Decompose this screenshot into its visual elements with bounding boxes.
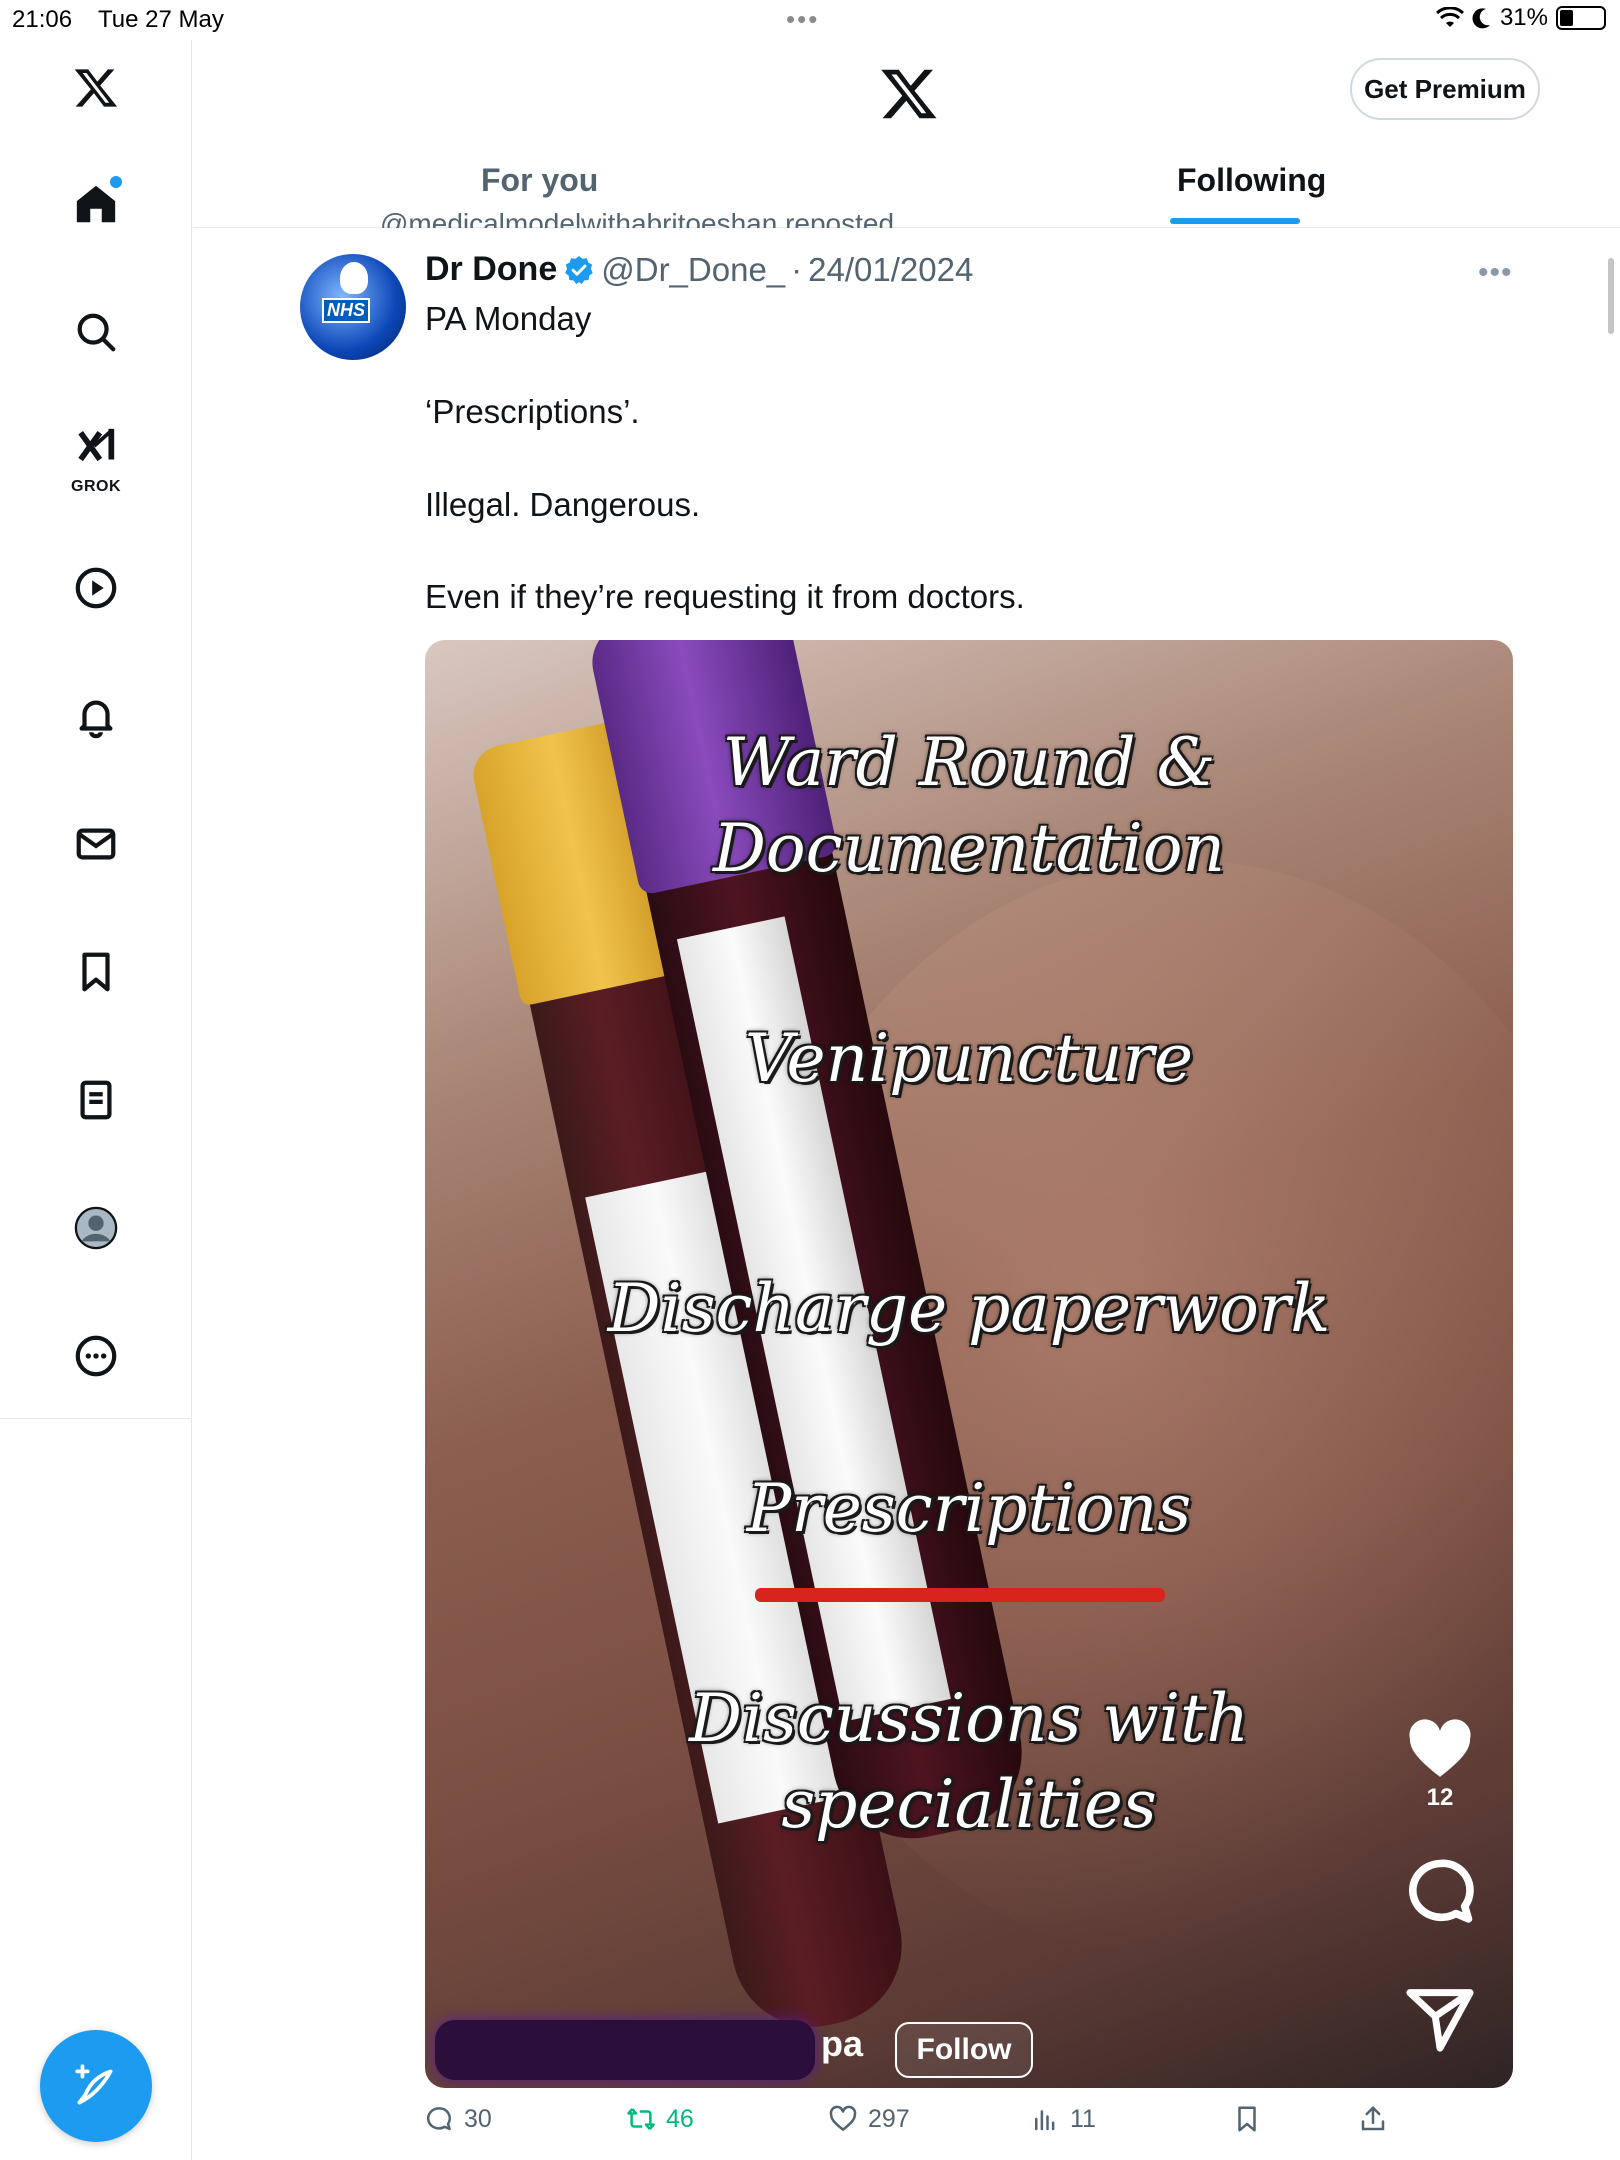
status-right: 31% — [1435, 4, 1606, 32]
overlay-text: Venipuncture — [744, 1020, 1194, 1097]
analytics-icon — [1035, 2110, 1055, 2131]
bookmark-icon[interactable] — [72, 948, 120, 996]
bell-icon[interactable] — [72, 692, 120, 740]
redacted-username — [435, 2020, 815, 2080]
get-premium-button[interactable]: Get Premium — [1350, 58, 1540, 120]
status-bar: 21:06 Tue 27 May ••• 31% — [0, 0, 1620, 40]
search-icon[interactable] — [72, 308, 120, 356]
repost-count: 46 — [666, 2104, 694, 2133]
share-icon — [1361, 2106, 1385, 2131]
tweet-text-line: PA Monday — [425, 300, 592, 337]
mail-icon[interactable] — [72, 820, 120, 868]
wifi-icon — [1435, 7, 1464, 27]
moon-icon — [1472, 8, 1490, 29]
video-like-button[interactable] — [1395, 1712, 1485, 1793]
tab-following[interactable]: Following — [1177, 162, 1326, 199]
comment-bubble-icon — [1408, 1859, 1474, 1923]
verified-badge-icon — [565, 255, 593, 284]
tweet-header: Dr Done @Dr_Done_ · 24/01/2024 — [425, 250, 973, 289]
new-posts-dot — [110, 176, 122, 188]
tweet-text-line: Illegal. Dangerous. — [425, 486, 701, 523]
tweet-date[interactable]: 24/01/2024 — [808, 251, 973, 289]
views-button[interactable]: 11 — [1030, 2104, 1096, 2134]
status-time: 21:06 — [12, 6, 73, 33]
repost-button[interactable]: 46 — [626, 2104, 694, 2134]
like-count: 297 — [868, 2104, 910, 2133]
multitasking-dots-icon[interactable]: ••• — [786, 4, 819, 35]
bookmark-button[interactable] — [1232, 2104, 1262, 2134]
header-separator: · — [791, 250, 803, 288]
overlay-text: Discharge paperwork — [607, 1270, 1331, 1347]
overlay-text: specialities — [781, 1766, 1157, 1843]
avatar-nhs-text: NHS — [322, 298, 371, 323]
grok-icon[interactable] — [72, 424, 120, 472]
author-name[interactable]: Dr Done — [425, 250, 557, 289]
tab-for-you[interactable]: For you — [481, 162, 598, 199]
play-icon[interactable] — [72, 564, 120, 612]
repost-icon — [627, 2108, 655, 2130]
overlay-text: Discussions with — [689, 1680, 1249, 1757]
red-underline-mark — [755, 1588, 1165, 1602]
skull-icon — [340, 262, 368, 294]
scrollbar[interactable] — [1608, 258, 1614, 334]
grok-label: GROK — [71, 478, 121, 495]
share-button[interactable] — [1358, 2104, 1388, 2134]
reply-icon — [426, 2107, 451, 2131]
tweet-video[interactable]: Ward Round & Documentation Venipuncture … — [425, 640, 1513, 2088]
overlay-text: Ward Round & — [722, 724, 1216, 801]
video-follow-button[interactable]: Follow — [895, 2022, 1033, 2078]
heart-icon — [1409, 1719, 1471, 1777]
sidebar-divider — [0, 1418, 192, 1419]
reply-count: 30 — [464, 2104, 492, 2133]
send-icon — [1406, 1989, 1474, 2052]
list-icon[interactable] — [72, 1076, 120, 1124]
video-comment-button[interactable] — [1395, 1854, 1485, 1935]
repost-context[interactable]: @medicalmodelwithabritoeshan reposted — [380, 200, 894, 228]
avatar-icon[interactable] — [72, 1204, 120, 1252]
view-count: 11 — [1070, 2104, 1096, 2133]
author-handle[interactable]: @Dr_Done_ — [601, 251, 785, 289]
battery-percent: 31% — [1499, 4, 1548, 31]
x-logo-icon[interactable] — [72, 64, 120, 112]
tweet-more-button[interactable]: ••• — [1478, 256, 1513, 290]
reply-button[interactable]: 30 — [424, 2104, 492, 2134]
overlay-text: Prescriptions — [746, 1470, 1192, 1547]
home-icon[interactable] — [72, 176, 122, 228]
like-button[interactable]: 297 — [828, 2104, 910, 2134]
x-logo-icon[interactable] — [879, 64, 939, 124]
active-tab-indicator — [1170, 218, 1300, 224]
heart-icon — [829, 2105, 857, 2131]
sidebar: GROK — [0, 40, 192, 2160]
battery-icon — [1556, 6, 1606, 30]
bookmark-icon — [1238, 2106, 1256, 2132]
tweet-action-bar: 30 46 297 11 — [0, 2104, 1620, 2148]
author-avatar[interactable]: NHS — [300, 254, 406, 360]
more-icon[interactable] — [72, 1332, 120, 1380]
video-username: pa — [821, 2023, 864, 2064]
tweet-text-line: ‘Prescriptions’. — [425, 393, 640, 430]
status-date: Tue 27 May — [98, 6, 224, 33]
overlay-text: Documentation — [712, 810, 1225, 887]
video-like-count: 12 — [1426, 1784, 1454, 1811]
tweet-text-line: Even if they’re requesting it from docto… — [425, 578, 1025, 615]
video-share-button[interactable] — [1395, 1980, 1485, 2061]
